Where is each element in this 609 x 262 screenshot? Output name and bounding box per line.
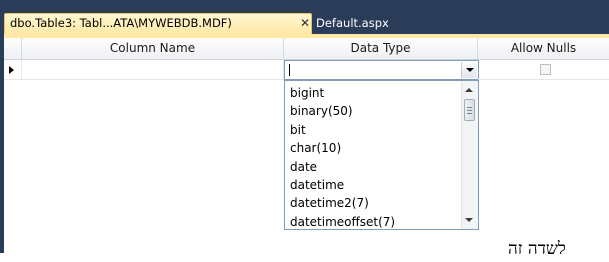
- row-selector-header: [4, 38, 22, 60]
- document-tab-strip: dbo.Table3: Tabl...ATA\MYWEBDB.MDF) ✕ De…: [0, 0, 609, 34]
- dropdown-option[interactable]: bit: [285, 121, 478, 139]
- column-name-header: Column Name: [22, 38, 284, 60]
- designer-window: dbo.Table3: Tabl...ATA\MYWEBDB.MDF) ✕ De…: [0, 0, 609, 253]
- dropdown-option[interactable]: bigint: [285, 84, 478, 102]
- dropdown-option[interactable]: date: [285, 158, 478, 176]
- column-name-cell[interactable]: [22, 60, 284, 80]
- caption-text: לשדה זה: [508, 239, 566, 259]
- grip-line: [467, 113, 472, 114]
- allow-nulls-cell: [478, 60, 609, 80]
- tab-default-aspx[interactable]: Default.aspx: [316, 14, 389, 34]
- tab-table-designer-label: dbo.Table3: Tabl...ATA\MYWEBDB.MDF): [10, 16, 232, 30]
- chevron-down-icon: [466, 68, 474, 72]
- table-designer-grid: Column Name Data Type Allow Nulls bigint…: [4, 38, 609, 253]
- dropdown-scrollbar[interactable]: [461, 81, 478, 229]
- dropdown-option[interactable]: binary(50): [285, 102, 478, 120]
- text-caret: [289, 64, 290, 76]
- dropdown-option[interactable]: datetimeoffset(7): [285, 213, 478, 229]
- allow-nulls-header: Allow Nulls: [478, 38, 609, 60]
- grip-line: [467, 110, 472, 111]
- dropdown-option[interactable]: char(10): [285, 139, 478, 157]
- row-selector[interactable]: [4, 60, 22, 80]
- data-type-dropdown-list: bigint binary(50) bit char(10) date date…: [284, 80, 479, 230]
- close-icon[interactable]: ✕: [299, 14, 311, 33]
- data-type-header: Data Type: [284, 38, 478, 60]
- allow-nulls-checkbox[interactable]: [540, 64, 551, 75]
- dropdown-option[interactable]: datetime2(7): [285, 194, 478, 212]
- tab-table-designer[interactable]: dbo.Table3: Tabl...ATA\MYWEBDB.MDF) ✕: [4, 13, 312, 34]
- scroll-down-icon[interactable]: [465, 218, 473, 222]
- data-type-combobox[interactable]: [284, 60, 479, 80]
- scroll-up-icon[interactable]: [465, 88, 473, 92]
- dropdown-button[interactable]: [461, 62, 477, 78]
- current-row-arrow-icon: [9, 66, 14, 74]
- grip-line: [467, 107, 472, 108]
- scrollbar-thumb[interactable]: [464, 99, 475, 121]
- dropdown-option[interactable]: datetime: [285, 176, 478, 194]
